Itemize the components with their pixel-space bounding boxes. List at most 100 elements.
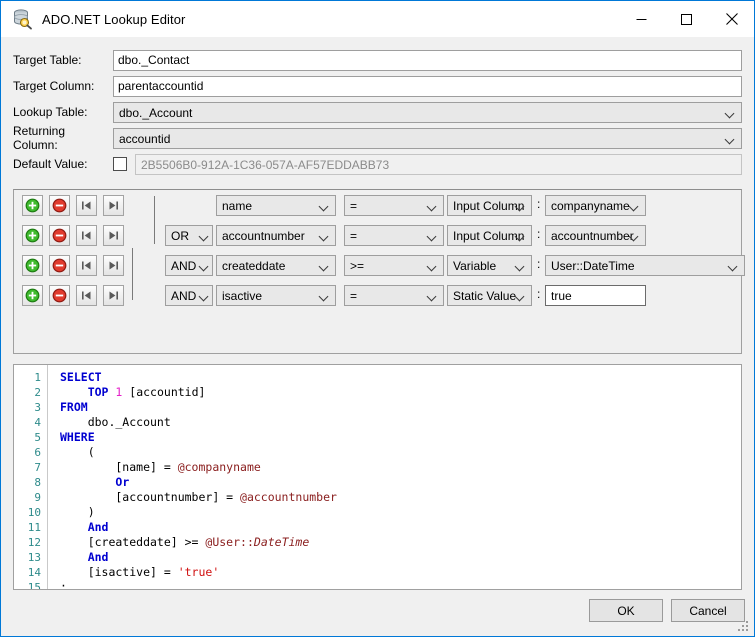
- condition-row: OR accountnumber = Input Column: accoun…: [14, 220, 741, 250]
- sql-line: dbo._Account: [60, 415, 171, 429]
- resize-grip-icon[interactable]: [738, 621, 750, 633]
- remove-row-icon[interactable]: [49, 194, 70, 216]
- target-table-input[interactable]: dbo._Contact: [113, 49, 742, 71]
- condition-source-value: Static Value: [453, 288, 517, 303]
- chevron-down-icon: [320, 203, 329, 208]
- sql-line: [isactive] = 'true': [60, 565, 220, 579]
- add-row-icon[interactable]: [22, 254, 43, 276]
- move-last-icon[interactable]: [103, 224, 124, 246]
- condition-value: accountnumber: [551, 228, 634, 243]
- default-value-input[interactable]: 2B5506B0-912A-1C36-057A-AF57EDDABB73: [135, 153, 742, 175]
- add-row-icon[interactable]: [22, 194, 43, 216]
- chevron-down-icon: [200, 233, 209, 238]
- chevron-down-icon: [200, 293, 209, 298]
- window-controls: [619, 1, 754, 37]
- condition-operator-value: =: [350, 198, 358, 213]
- condition-field-value: accountnumber: [222, 228, 305, 243]
- line-number-gutter: 1 2 3 4 5 6 7 8 9 10 11 12 13 14 15: [14, 365, 48, 589]
- chevron-down-icon: [200, 263, 209, 268]
- field-row-target-table: Target Table: dbo._Contact: [13, 47, 742, 73]
- remove-row-icon[interactable]: [49, 284, 70, 306]
- condition-source-value: Variable: [453, 258, 497, 273]
- field-row-lookup-table: Lookup Table: dbo._Account: [13, 99, 742, 125]
- condition-operator-select[interactable]: =: [344, 194, 444, 216]
- move-last-icon[interactable]: [103, 194, 124, 216]
- sql-line: (: [60, 445, 95, 459]
- condition-row: AND createddate >= Variable: User::Date…: [14, 250, 745, 280]
- default-value-label: Default Value:: [13, 157, 88, 171]
- chevron-down-icon: [320, 263, 329, 268]
- line-number: 7: [34, 461, 41, 474]
- chevron-down-icon: [726, 110, 735, 115]
- condition-logic-select[interactable]: OR: [165, 224, 213, 246]
- lookup-table-select[interactable]: dbo._Account: [113, 101, 742, 123]
- remove-row-icon[interactable]: [49, 224, 70, 246]
- sql-preview-panel[interactable]: 1 2 3 4 5 6 7 8 9 10 11 12 13 14 15 SELE…: [13, 364, 742, 590]
- minimize-icon[interactable]: [619, 1, 664, 37]
- maximize-icon[interactable]: [664, 1, 709, 37]
- chevron-down-icon: [428, 203, 437, 208]
- database-search-icon: [11, 8, 33, 30]
- returning-column-select[interactable]: accountid: [113, 127, 742, 149]
- move-first-icon[interactable]: [76, 194, 97, 216]
- condition-field-select[interactable]: createddate: [216, 254, 336, 276]
- condition-operator-select[interactable]: =: [344, 284, 444, 306]
- sql-line: And: [87, 550, 109, 564]
- chevron-down-icon: [516, 293, 525, 298]
- target-column-input[interactable]: parentaccountid: [113, 75, 742, 97]
- condition-value-select[interactable]: accountnumber: [545, 224, 646, 246]
- sql-line: FROM: [60, 400, 88, 414]
- lookup-table-label: Lookup Table:: [13, 105, 88, 119]
- returning-column-label: Returning Column:: [13, 124, 66, 152]
- sql-line: SELECT: [60, 370, 102, 384]
- condition-operator-select[interactable]: =: [344, 224, 444, 246]
- condition-operator-value: =: [350, 228, 358, 243]
- condition-field-select[interactable]: isactive: [216, 284, 336, 306]
- target-table-label: Target Table:: [13, 53, 82, 67]
- line-number: 4: [34, 416, 41, 429]
- condition-field-select[interactable]: name: [216, 194, 336, 216]
- line-number: 14: [27, 566, 41, 579]
- condition-value-select[interactable]: companyname: [545, 194, 646, 216]
- move-first-icon[interactable]: [76, 254, 97, 276]
- add-row-icon[interactable]: [22, 224, 43, 246]
- chevron-down-icon: [729, 263, 738, 268]
- move-first-icon[interactable]: [76, 284, 97, 306]
- condition-field-select[interactable]: accountnumber: [216, 224, 336, 246]
- default-value-checkbox[interactable]: [113, 157, 127, 171]
- condition-logic-value: OR: [171, 228, 189, 243]
- condition-operator-select[interactable]: >=: [344, 254, 444, 276]
- line-number: 1: [34, 371, 41, 384]
- row-button-group: [22, 194, 124, 216]
- condition-source-select[interactable]: Static Value: [447, 284, 532, 306]
- field-row-target-column: Target Column: parentaccountid: [13, 73, 742, 99]
- line-number: 12: [27, 536, 41, 549]
- move-first-icon[interactable]: [76, 224, 97, 246]
- condition-operator-value: >=: [350, 258, 365, 273]
- condition-logic-select[interactable]: AND: [165, 254, 213, 276]
- line-number: 5: [34, 431, 41, 444]
- condition-logic-select[interactable]: AND: [165, 284, 213, 306]
- cancel-button[interactable]: Cancel: [671, 599, 745, 622]
- window-title: ADO.NET Lookup Editor: [42, 11, 186, 27]
- condition-source-select[interactable]: Input Column: [447, 224, 532, 246]
- add-row-icon[interactable]: [22, 284, 43, 306]
- remove-row-icon[interactable]: [49, 254, 70, 276]
- ado-net-lookup-editor-window: ADO.NET Lookup Editor Target Table: dbo.…: [0, 0, 755, 637]
- close-icon[interactable]: [709, 1, 754, 37]
- condition-source-select[interactable]: Input Column: [447, 194, 532, 216]
- condition-value: companyname: [551, 198, 630, 213]
- condition-value-input[interactable]: true: [545, 284, 646, 306]
- condition-value-select[interactable]: User::DateTime: [545, 254, 745, 276]
- condition-source-select[interactable]: Variable: [447, 254, 532, 276]
- chevron-down-icon: [516, 263, 525, 268]
- sql-code-area[interactable]: SELECT TOP 1 [accountid] FROM dbo._Accoun…: [48, 365, 741, 589]
- condition-field-value: createddate: [222, 258, 286, 273]
- sql-line: [name] = @companyname: [60, 460, 261, 474]
- dialog-footer: OK Cancel: [1, 590, 754, 636]
- field-row-default-value: Default Value: 2B5506B0-912A-1C36-057A-A…: [13, 151, 742, 177]
- condition-separator: :: [537, 227, 541, 241]
- ok-button[interactable]: OK: [589, 599, 663, 622]
- move-last-icon[interactable]: [103, 254, 124, 276]
- move-last-icon[interactable]: [103, 284, 124, 306]
